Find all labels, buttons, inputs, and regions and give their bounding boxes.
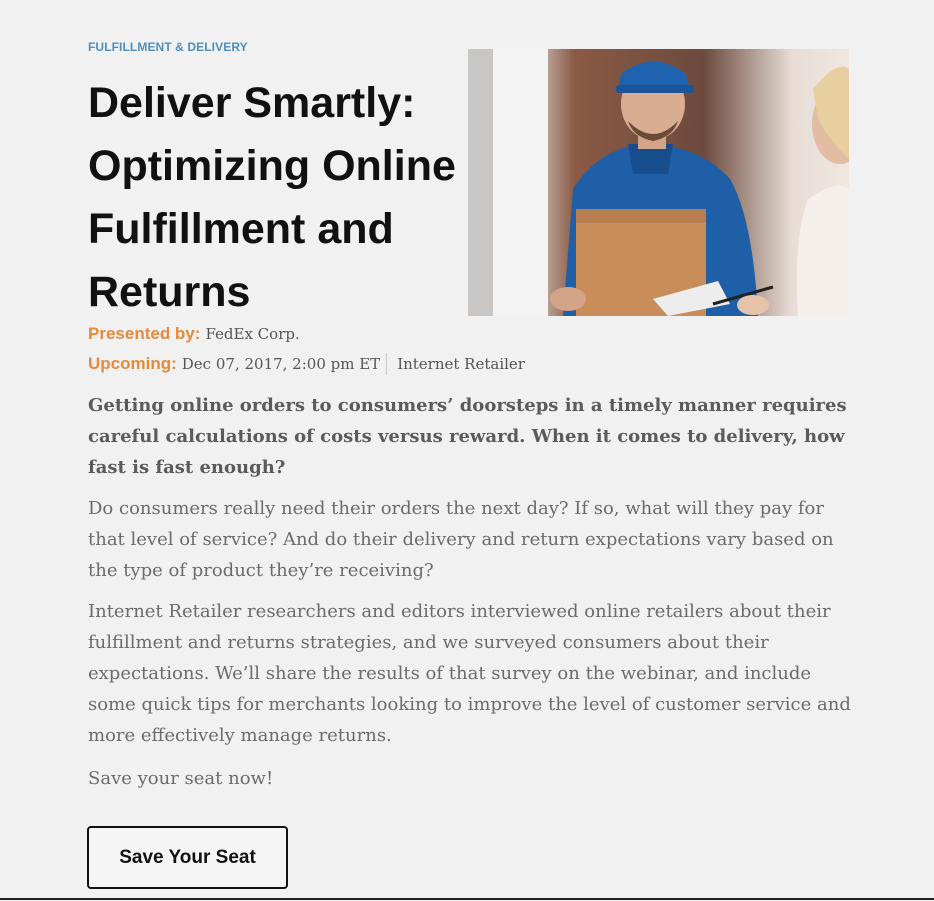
category-label[interactable]: FULFILLMENT & DELIVERY — [88, 40, 248, 54]
article-lede: Getting online orders to consumers’ door… — [88, 395, 847, 478]
presenter-label: Presented by: — [88, 324, 201, 343]
page-bottom-divider — [0, 898, 934, 900]
article-paragraph: Do consumers really need their orders th… — [88, 498, 834, 581]
upcoming-label: Upcoming: — [88, 354, 177, 373]
publisher-name: Internet Retailer — [397, 355, 525, 373]
article-title: Deliver Smartly: Optimizing Online Fulfi… — [88, 79, 456, 316]
article-paragraph: Save your seat now! — [88, 768, 274, 789]
save-your-seat-button[interactable]: Save Your Seat — [87, 826, 288, 889]
presenter-row: Presented by: FedEx Corp. — [88, 324, 300, 344]
article-paragraph: Internet Retailer researchers and editor… — [88, 601, 851, 746]
hero-image — [468, 49, 849, 316]
presenter-name: FedEx Corp. — [205, 325, 300, 343]
event-date: Dec 07, 2017, 2:00 pm ET — [181, 355, 381, 373]
delivery-photo-illustration — [468, 49, 849, 316]
meta-divider — [386, 353, 388, 375]
schedule-row: Upcoming: Dec 07, 2017, 2:00 pm ET Inter… — [88, 353, 525, 375]
